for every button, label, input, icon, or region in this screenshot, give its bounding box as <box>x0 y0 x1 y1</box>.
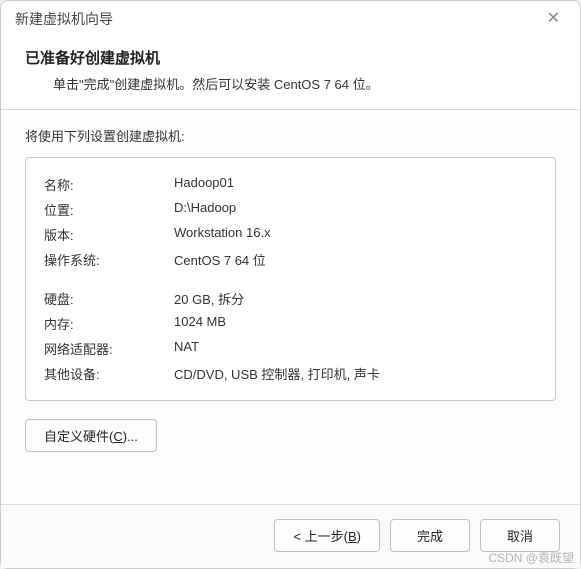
setting-value: Hadoop01 <box>172 172 539 197</box>
setting-value: NAT <box>172 336 539 361</box>
table-row: 版本: Workstation 16.x <box>42 222 539 247</box>
settings-table: 名称: Hadoop01 位置: D:\Hadoop 版本: Workstati… <box>42 172 539 386</box>
table-gap <box>42 272 539 286</box>
setting-label: 其他设备: <box>42 361 172 386</box>
cancel-button[interactable]: 取消 <box>480 519 560 552</box>
window-title: 新建虚拟机向导 <box>15 9 113 29</box>
page-subtitle: 单击"完成"创建虚拟机。然后可以安装 CentOS 7 64 位。 <box>53 74 556 93</box>
intro-text: 将使用下列设置创建虚拟机: <box>25 126 556 145</box>
setting-value: CentOS 7 64 位 <box>172 247 539 272</box>
button-label-pre: < 上一步( <box>293 529 348 544</box>
setting-value: 20 GB, 拆分 <box>172 286 539 311</box>
button-label-post: )... <box>123 429 138 444</box>
settings-summary-box: 名称: Hadoop01 位置: D:\Hadoop 版本: Workstati… <box>25 157 556 401</box>
button-label-pre: 自定义硬件( <box>44 429 113 444</box>
button-hotkey: B <box>348 529 357 544</box>
setting-value: Workstation 16.x <box>172 222 539 247</box>
setting-value: CD/DVD, USB 控制器, 打印机, 声卡 <box>172 361 539 386</box>
page-title: 已准备好创建虚拟机 <box>25 47 556 68</box>
customize-hardware-button[interactable]: 自定义硬件(C)... <box>25 419 157 452</box>
setting-label: 名称: <box>42 172 172 197</box>
table-row: 内存: 1024 MB <box>42 311 539 336</box>
table-row: 硬盘: 20 GB, 拆分 <box>42 286 539 311</box>
table-row: 其他设备: CD/DVD, USB 控制器, 打印机, 声卡 <box>42 361 539 386</box>
setting-value: D:\Hadoop <box>172 197 539 222</box>
button-hotkey: C <box>113 429 122 444</box>
setting-label: 硬盘: <box>42 286 172 311</box>
table-row: 位置: D:\Hadoop <box>42 197 539 222</box>
setting-label: 网络适配器: <box>42 336 172 361</box>
customize-row: 自定义硬件(C)... <box>25 419 556 452</box>
setting-label: 版本: <box>42 222 172 247</box>
button-label-post: ) <box>357 529 361 544</box>
close-icon[interactable]: ✕ <box>541 9 566 29</box>
table-row: 网络适配器: NAT <box>42 336 539 361</box>
finish-button[interactable]: 完成 <box>390 519 470 552</box>
setting-value: 1024 MB <box>172 311 539 336</box>
table-row: 名称: Hadoop01 <box>42 172 539 197</box>
setting-label: 位置: <box>42 197 172 222</box>
titlebar: 新建虚拟机向导 ✕ <box>1 1 580 37</box>
header-section: 已准备好创建虚拟机 单击"完成"创建虚拟机。然后可以安装 CentOS 7 64… <box>1 37 580 109</box>
table-row: 操作系统: CentOS 7 64 位 <box>42 247 539 272</box>
setting-label: 内存: <box>42 311 172 336</box>
footer-buttons: < 上一步(B) 完成 取消 <box>1 504 580 568</box>
back-button[interactable]: < 上一步(B) <box>274 519 380 552</box>
body-section: 将使用下列设置创建虚拟机: 名称: Hadoop01 位置: D:\Hadoop… <box>1 110 580 504</box>
wizard-dialog: 新建虚拟机向导 ✕ 已准备好创建虚拟机 单击"完成"创建虚拟机。然后可以安装 C… <box>0 0 581 569</box>
setting-label: 操作系统: <box>42 247 172 272</box>
